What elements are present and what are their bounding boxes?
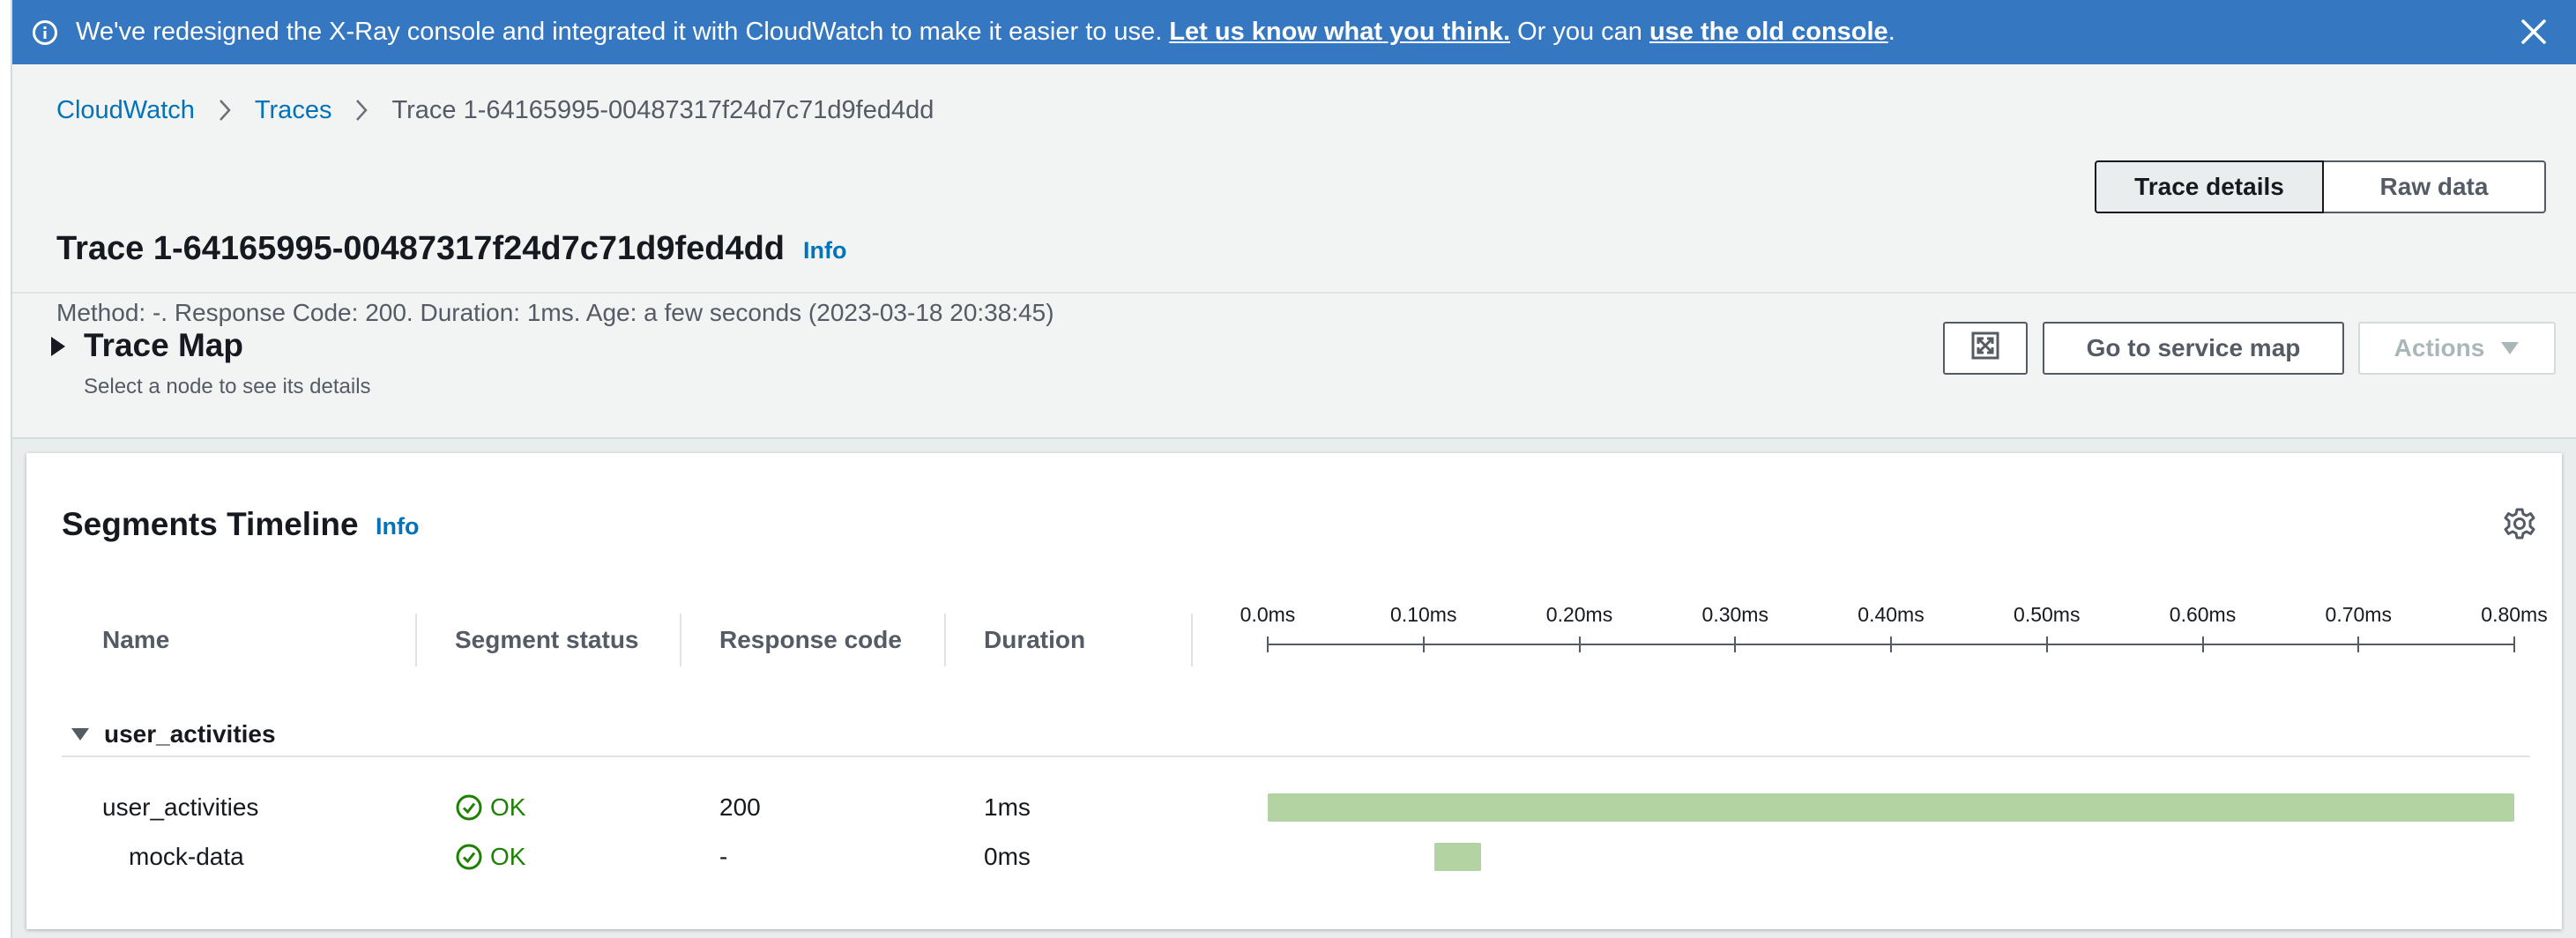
go-to-service-map-button[interactable]: Go to service map xyxy=(2043,322,2344,375)
caret-down-icon xyxy=(2500,341,2520,355)
breadcrumb-current: Trace 1-64165995-00487317f24d7c71d9fed4d… xyxy=(391,95,934,124)
caret-right-icon[interactable] xyxy=(48,333,69,360)
trace-header: CloudWatch Traces Trace 1-64165995-00487… xyxy=(12,64,2576,439)
timeline-axis: 0.0ms 0.10ms 0.20ms 0.30ms 0.40ms 0.50ms 0.60m… xyxy=(1240,603,2548,656)
gear-icon[interactable] xyxy=(2502,506,2537,541)
tick-mark xyxy=(2513,636,2515,652)
group-name: user_activities xyxy=(104,720,276,748)
column-divider xyxy=(944,614,946,666)
check-circle-icon xyxy=(455,843,483,871)
tick-mark xyxy=(1734,636,1737,652)
segment-name[interactable]: mock-data xyxy=(129,843,244,871)
tick-label: 0.30ms xyxy=(1701,603,1768,626)
expand-icon xyxy=(1970,331,2000,367)
tick-label: 0.60ms xyxy=(2169,603,2237,626)
segment-status: OK xyxy=(455,793,525,822)
actions-dropdown[interactable]: Actions xyxy=(2358,322,2556,375)
fullscreen-button[interactable] xyxy=(1943,322,2028,375)
tick-mark xyxy=(1267,636,1269,652)
status-text: OK xyxy=(490,843,526,870)
view-toggle: Trace details Raw data xyxy=(2095,160,2546,213)
banner-text: We've redesigned the X-Ray console and i… xyxy=(76,18,1163,46)
tick-label: 0.40ms xyxy=(1858,603,1925,626)
tick-mark xyxy=(2357,636,2360,652)
segment-status: OK xyxy=(455,843,525,871)
trace-details-button[interactable]: Trace details xyxy=(2095,160,2324,213)
info-circle-icon xyxy=(32,19,58,46)
tick-mark xyxy=(2045,636,2048,652)
segment-bar[interactable] xyxy=(1434,843,1482,871)
old-console-link[interactable]: use the old console xyxy=(1649,18,1888,46)
tick-label: 0.10ms xyxy=(1390,603,1457,626)
response-code: 200 xyxy=(719,793,761,821)
duration: 1ms xyxy=(984,793,1031,821)
tick-label: 0.70ms xyxy=(2325,603,2392,626)
tick-mark xyxy=(1422,636,1425,652)
trace-summary: Method: -. Response Code: 200. Duration:… xyxy=(56,299,1054,326)
caret-down-icon[interactable] xyxy=(71,726,90,742)
segment-group: user_activities xyxy=(62,713,2530,757)
segments-timeline-title: Segments Timeline xyxy=(62,506,359,542)
status-text: OK xyxy=(490,793,526,821)
segment-bar[interactable] xyxy=(1268,793,2514,822)
tick-mark xyxy=(2201,636,2204,652)
breadcrumb: CloudWatch Traces Trace 1-64165995-00487… xyxy=(56,93,934,128)
column-header-response-code: Response code xyxy=(719,626,902,653)
tick-mark xyxy=(1578,636,1581,652)
table-row[interactable]: user_activities OK 200 1ms xyxy=(26,786,2562,829)
raw-data-button[interactable]: Raw data xyxy=(2324,160,2546,213)
check-circle-icon xyxy=(455,793,483,822)
tick-label: 0.0ms xyxy=(1240,603,1296,626)
column-divider xyxy=(680,614,681,666)
chevron-right-icon xyxy=(353,98,370,123)
section-divider xyxy=(12,292,2576,294)
segments-timeline-panel: Segments Timeline Info Name Segment stat… xyxy=(26,453,2562,929)
column-divider xyxy=(415,614,417,666)
trace-map-title[interactable]: Trace Map xyxy=(84,327,243,364)
close-icon[interactable] xyxy=(2518,16,2550,48)
column-header-status: Segment status xyxy=(455,626,639,653)
tick-label: 0.80ms xyxy=(2481,603,2548,626)
duration: 0ms xyxy=(984,843,1031,870)
banner-text-middle: Or you can xyxy=(1517,18,1642,46)
info-link[interactable]: Info xyxy=(376,513,419,540)
tick-mark xyxy=(1890,636,1892,652)
info-link[interactable]: Info xyxy=(803,237,846,264)
table-row[interactable]: mock-data OK - 0ms xyxy=(26,836,2562,878)
column-header-duration: Duration xyxy=(984,626,1086,653)
redesign-banner: We've redesigned the X-Ray console and i… xyxy=(12,0,2576,64)
actions-label: Actions xyxy=(2394,334,2485,361)
banner-text-end: . xyxy=(1887,18,1895,46)
page-title: Trace 1-64165995-00487317f24d7c71d9fed4d… xyxy=(56,230,785,267)
breadcrumb-cloudwatch[interactable]: CloudWatch xyxy=(56,96,195,125)
response-code: - xyxy=(719,843,728,870)
tick-label: 0.50ms xyxy=(2014,603,2081,626)
segment-name[interactable]: user_activities xyxy=(102,793,258,822)
feedback-link[interactable]: Let us know what you think. xyxy=(1169,18,1510,46)
column-header-name: Name xyxy=(102,626,170,653)
breadcrumb-traces[interactable]: Traces xyxy=(255,96,332,125)
left-margin xyxy=(0,0,12,938)
chevron-right-icon xyxy=(216,98,234,123)
trace-map-subtitle: Select a node to see its details xyxy=(84,375,371,398)
column-divider xyxy=(1191,614,1193,666)
banner-message: We've redesigned the X-Ray console and i… xyxy=(76,18,1895,47)
tick-label: 0.20ms xyxy=(1545,603,1613,626)
